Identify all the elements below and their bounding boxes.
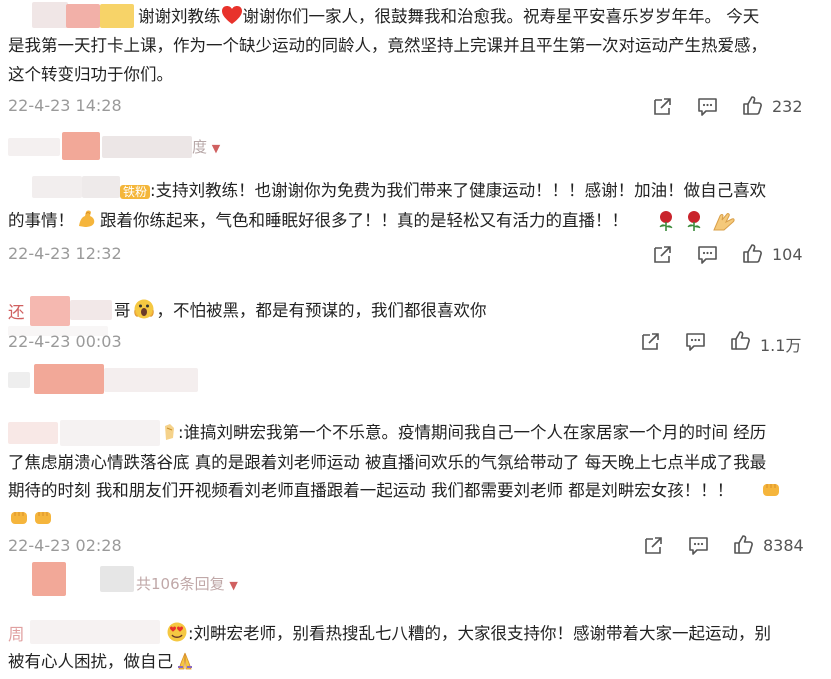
reply-preview-blur bbox=[34, 364, 104, 394]
comment-icon[interactable] bbox=[688, 535, 710, 557]
reply-preview-blur bbox=[32, 562, 66, 596]
comment-text-part: ，不怕被黑，都是有预谋的，我们都很喜欢你 bbox=[156, 301, 487, 320]
comment-text: 谢谢刘教练 谢谢你们一家人，很鼓舞我和治愈我。祝寿星平安喜乐岁岁年年。 今天 bbox=[138, 4, 759, 32]
fans-badge: 铁粉 bbox=[120, 185, 151, 199]
comment-text-part: 谢谢你们一家人，很鼓舞我和治愈我。祝寿星平安喜乐岁岁年年。 今天 bbox=[242, 7, 760, 26]
like-count: 232 bbox=[772, 97, 803, 116]
comment-text-line: 是我第一天打卡上课，作为一个缺少运动的同龄人，竟然坚持上完课并且平生第一次对运动… bbox=[8, 36, 767, 55]
comment-text: :谁搞刘畊宏我第一个不乐意。疫情期间我自己一个人在家居家一个月的时间 经历 bbox=[162, 420, 766, 449]
comment-text-line: 了焦虑崩溃心情跌落谷底 真的是跟着刘老师运动 被直播间欢乐的气氛给带动了 每天晚… bbox=[8, 453, 767, 472]
comment-icon[interactable] bbox=[685, 331, 707, 353]
reply-more-text: 共106条回复 bbox=[136, 575, 225, 593]
clap-emoji bbox=[710, 210, 736, 236]
username-blur bbox=[30, 620, 160, 644]
fist-emoji bbox=[8, 506, 30, 532]
emoji bbox=[162, 422, 178, 449]
reply-more-text: 度 bbox=[192, 138, 208, 156]
comment-icon[interactable] bbox=[697, 96, 719, 118]
reply-preview-blur bbox=[100, 566, 134, 592]
username-blur bbox=[30, 296, 70, 326]
comment-date: 22-4-23 00:03 bbox=[8, 332, 122, 351]
muscle-emoji bbox=[76, 208, 98, 237]
reply-preview-blur bbox=[8, 372, 30, 388]
username-prefix[interactable]: 周 bbox=[8, 622, 25, 647]
comment-text-line: 期待的时刻 我和朋友们开视频看刘老师直播跟着一起运动 我们都需要刘老师 都是刘畊… bbox=[8, 481, 734, 500]
reply-preview-blur bbox=[8, 138, 60, 156]
like-icon[interactable] bbox=[742, 95, 764, 117]
comment-text-line: 这个转变归功于你们。 bbox=[8, 65, 173, 84]
rose-emoji bbox=[656, 210, 676, 236]
comment-text-part: :支持刘教练！也谢谢你为免费为我们带来了健康运动！！！感谢！加油！做自己喜欢 bbox=[150, 181, 767, 200]
comment-text-part: 哥 bbox=[114, 301, 131, 320]
avatar-blur bbox=[32, 176, 82, 198]
username-blur bbox=[60, 420, 160, 446]
comment-text-part: 的事情！ bbox=[8, 211, 74, 230]
comment-text-line: 被有心人困扰，做自己 bbox=[8, 649, 195, 678]
heart-emoji bbox=[221, 5, 243, 32]
share-icon[interactable] bbox=[652, 244, 674, 266]
comment-text-part: :谁搞刘畊宏我第一个不乐意。疫情期间我自己一个人在家居家一个月的时间 经历 bbox=[178, 423, 767, 442]
share-icon[interactable] bbox=[640, 331, 662, 353]
reply-preview-blur bbox=[102, 136, 192, 158]
username-blur bbox=[82, 176, 120, 198]
share-icon[interactable] bbox=[643, 535, 665, 557]
share-icon[interactable] bbox=[652, 96, 674, 118]
like-count: 8384 bbox=[763, 536, 804, 555]
reply-more-link[interactable]: 共106条回复 ▼ bbox=[136, 573, 238, 594]
username-blur bbox=[66, 4, 100, 28]
pray-emoji bbox=[175, 651, 195, 678]
comment-text-part: 被有心人困扰，做自己 bbox=[8, 652, 173, 671]
comment-date: 22-4-23 02:28 bbox=[8, 536, 122, 555]
like-count: 1.1万 bbox=[760, 336, 802, 355]
comment-text-part: :刘畊宏老师，别看热搜乱七八糟的，大家很支持你！感谢带着大家一起运动，别 bbox=[188, 624, 772, 643]
username-blur bbox=[70, 300, 112, 320]
comment-text: 铁粉:支持刘教练！也谢谢你为免费为我们带来了健康运动！！！感谢！加油！做自己喜欢 bbox=[120, 178, 766, 203]
caret-down-icon: ▼ bbox=[211, 142, 221, 155]
caret-down-icon: ▼ bbox=[229, 579, 238, 592]
comment-icon[interactable] bbox=[697, 244, 719, 266]
comment-date: 22-4-23 14:28 bbox=[8, 96, 122, 115]
comment-date: 22-4-23 12:32 bbox=[8, 244, 122, 263]
comment-text: :刘畊宏老师，别看热搜乱七八糟的，大家很支持你！感谢带着大家一起运动，别 bbox=[166, 621, 771, 650]
fist-emoji bbox=[760, 478, 782, 504]
avatar-blur bbox=[8, 422, 58, 444]
like-icon[interactable] bbox=[742, 243, 764, 265]
like-icon[interactable] bbox=[730, 330, 752, 352]
username-blur bbox=[100, 4, 134, 28]
comment-text-part: 谢谢刘教练 bbox=[138, 7, 221, 26]
heart-eyes-emoji bbox=[166, 621, 188, 650]
rose-emoji bbox=[684, 210, 704, 236]
like-icon[interactable] bbox=[733, 534, 755, 556]
fist-emoji bbox=[32, 506, 54, 532]
reply-preview-blur bbox=[104, 368, 198, 392]
comment-text-line: 的事情！ 跟着你练起来，气色和睡眠好很多了！！真的是轻松又有活力的直播！！ bbox=[8, 208, 628, 237]
username-prefix[interactable]: 还 bbox=[8, 300, 25, 325]
like-count: 104 bbox=[772, 245, 803, 264]
avatar-blur bbox=[32, 2, 68, 28]
reply-more-link[interactable]: 度 ▼ bbox=[192, 136, 220, 157]
comment-text: 哥 ，不怕被黑，都是有预谋的，我们都很喜欢你 bbox=[114, 298, 487, 327]
reply-preview-blur bbox=[62, 132, 100, 160]
comment-text-part: 跟着你练起来，气色和睡眠好很多了！！真的是轻松又有活力的直播！！ bbox=[100, 211, 628, 230]
scream-emoji bbox=[133, 298, 155, 327]
